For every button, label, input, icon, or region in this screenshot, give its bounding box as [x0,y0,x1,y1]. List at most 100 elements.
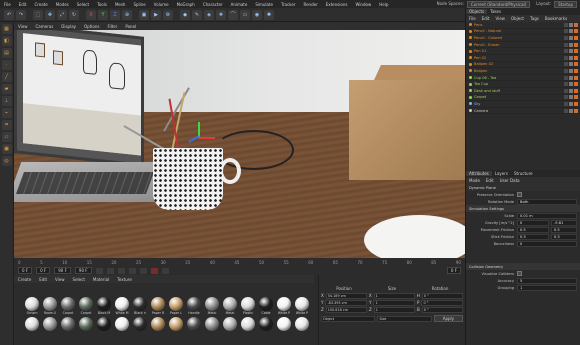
object-tag-icon[interactable] [574,88,578,93]
object-menu-file[interactable]: File [466,16,479,21]
size-field[interactable]: 1 [373,292,415,299]
object-row[interactable]: Desk and stuff [466,88,580,95]
bend-icon[interactable]: ⌒ [228,9,238,20]
material-swatch[interactable]: Cable [258,297,274,315]
object-tag-icon[interactable] [564,95,568,100]
node-spaces-dropdown[interactable]: Current (Standard/Physical) [466,0,531,8]
material-swatch[interactable] [258,317,274,331]
rotation-field[interactable]: 0 ° [421,292,463,299]
object-tag-icon[interactable] [564,22,568,27]
object-row[interactable]: Carpet [466,95,580,102]
object-menu-view[interactable]: View [492,16,508,21]
object-row[interactable]: Ballpen 02 [466,62,580,69]
material-swatch[interactable]: Paper R [150,297,166,315]
tab-takes[interactable]: Takes [487,9,504,14]
material-swatch[interactable]: White M [114,297,130,315]
material-swatch[interactable] [114,317,130,331]
material-swatch[interactable] [168,317,184,331]
move-icon[interactable]: ✥ [45,9,55,20]
object-tag-icon[interactable] [574,29,578,34]
preview-end-frame-field[interactable]: 90 F [74,267,92,274]
menu-item-tools[interactable]: Tools [93,2,111,7]
object-tag-icon[interactable] [564,62,568,67]
material-swatch[interactable] [24,317,40,331]
material-swatch[interactable] [186,317,202,331]
axis-mode-icon[interactable]: ⊥ [1,96,12,106]
make-editable-icon[interactable]: ▦ [1,24,12,34]
undo-icon[interactable]: ↶ [4,9,14,20]
rotate-icon[interactable]: ↻ [69,9,79,20]
current-frame-field[interactable]: 0 F [18,267,33,274]
object-tag-icon[interactable] [564,88,568,93]
viewport-menu-view[interactable]: View [14,24,32,29]
material-swatch[interactable] [96,317,112,331]
setting-slider-value[interactable]: 0.3 [551,233,577,240]
coordinate-system-icon[interactable]: ⊕ [122,9,132,20]
material-menu-texture[interactable]: Texture [113,277,136,282]
setting-value-field[interactable]: 1 [517,284,577,291]
material-menu-edit[interactable]: Edit [35,277,51,282]
material-swatch[interactable] [132,317,148,331]
menu-item-simulate[interactable]: Simulate [251,2,277,7]
object-tag-icon[interactable] [569,108,573,113]
material-swatch[interactable] [78,317,94,331]
object-tag-icon[interactable] [574,75,578,80]
camera-icon[interactable]: ◉ [252,9,262,20]
object-row[interactable]: Ballpen [466,68,580,75]
object-tag-icon[interactable] [569,42,573,47]
simulation-settings-section[interactable]: Simulation Settings [466,205,580,213]
object-row[interactable]: Cup 06 - Tea [466,75,580,82]
gizmo-x-axis[interactable] [199,137,215,139]
attribute-menu-edit[interactable]: Edit [483,178,497,183]
model-mode-icon[interactable]: ◧ [1,36,12,46]
snap-icon[interactable]: ⌗ [1,120,12,130]
material-swatch[interactable] [222,317,238,331]
material-menu-create[interactable]: Create [14,277,35,282]
object-tag-icon[interactable] [564,75,568,80]
object-row[interactable]: Pencil - Natural [466,29,580,36]
size-field[interactable]: 1 [373,306,415,313]
object-tag-icon[interactable] [564,108,568,113]
object-tag-icon[interactable] [574,95,578,100]
object-tag-icon[interactable] [574,68,578,73]
attribute-menu-user-data[interactable]: User Data [497,178,523,183]
material-menu-view[interactable]: View [51,277,69,282]
material-swatch[interactable] [60,317,76,331]
play-icon[interactable] [117,267,125,274]
select-icon[interactable]: ⬚ [33,9,43,20]
layout-dropdown[interactable]: Startup [554,0,577,8]
rotation-field[interactable]: 0 ° [421,299,464,306]
rotation-field[interactable]: 0 ° [421,306,463,313]
apply-button[interactable]: Apply [433,315,464,322]
tab-objects[interactable]: Objects [466,9,488,14]
menu-item-extensions[interactable]: Extensions [322,2,352,7]
object-tag-icon[interactable] [569,55,573,60]
object-tag-icon[interactable] [574,62,578,67]
menu-item-file[interactable]: File [0,2,15,7]
object-row[interactable]: Pencil - Colored [466,35,580,42]
object-tag-icon[interactable] [569,95,573,100]
object-tag-icon[interactable] [564,29,568,34]
material-swatch[interactable]: Carpet [60,297,76,315]
viewport-menu-display[interactable]: Display [57,24,80,29]
redo-icon[interactable]: ↷ [16,9,26,20]
material-swatch[interactable]: White P [276,297,292,315]
menu-item-volume[interactable]: Volume [150,2,173,7]
polygon-mode-icon[interactable]: ▰ [1,84,12,94]
go-to-end-icon[interactable] [139,267,147,274]
viewport-menu-filter[interactable]: Filter [103,24,121,29]
menu-item-tracker[interactable]: Tracker [277,2,299,7]
3d-viewport[interactable] [14,30,465,258]
viewport-menu-cameras[interactable]: Cameras [32,24,58,29]
object-menu-edit[interactable]: Edit [479,16,493,21]
subdivision-icon[interactable]: ◈ [204,9,214,20]
material-swatch[interactable]: White P [294,297,310,315]
gizmo-z-axis[interactable] [188,135,200,143]
object-tag-icon[interactable] [564,68,568,73]
object-menu-object[interactable]: Object [508,16,527,21]
object-row[interactable]: Pen 01 [466,48,580,55]
next-key-icon[interactable] [128,267,136,274]
material-swatch[interactable]: Carpet [78,297,94,315]
preserve-orientation-checkbox[interactable] [517,192,522,198]
floor-icon[interactable]: ▭ [240,9,250,20]
